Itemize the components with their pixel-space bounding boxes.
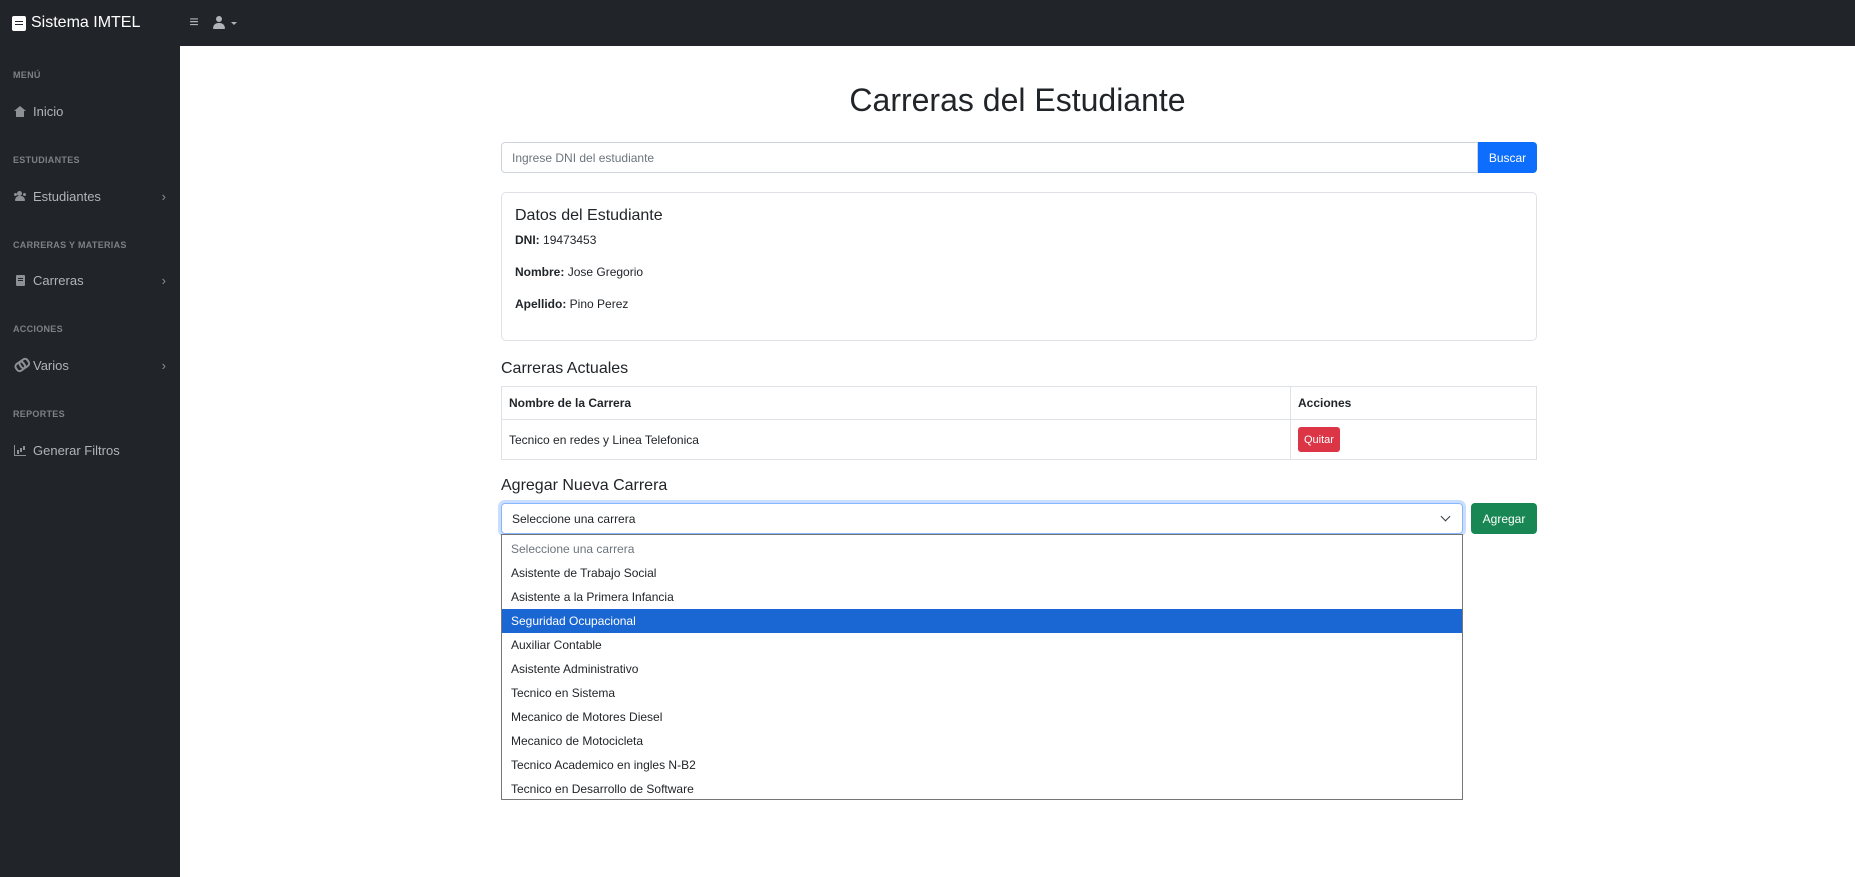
user-menu-button[interactable]	[212, 16, 237, 30]
dropdown-option[interactable]: Auxiliar Contable	[502, 633, 1462, 657]
sidebar-item-carreras[interactable]: Carreras ›	[0, 265, 180, 295]
remove-career-button[interactable]: Quitar	[1298, 427, 1340, 452]
dropdown-option[interactable]: Tecnico en Sistema	[502, 681, 1462, 705]
dni-search-input[interactable]	[501, 142, 1478, 173]
current-careers-heading: Carreras Actuales	[501, 360, 629, 377]
student-nombre: Nombre: Jose Gregorio	[515, 265, 643, 279]
add-career-button[interactable]: Agregar	[1471, 503, 1537, 534]
sidebar-item-estudiantes[interactable]: Estudiantes ›	[0, 181, 180, 211]
chevron-down-icon	[1440, 511, 1451, 522]
field-label: DNI:	[515, 233, 540, 247]
sidebar-item-inicio[interactable]: Inicio	[0, 96, 180, 126]
sidebar-heading-carreras-materias: CARRERAS Y MATERIAS	[13, 240, 127, 250]
home-icon	[14, 105, 26, 117]
column-header: Acciones	[1290, 386, 1537, 420]
dropdown-option[interactable]: Mecanico de Motocicleta	[502, 729, 1462, 753]
career-dropdown-list: Seleccione una carrera Asistente de Trab…	[501, 534, 1463, 800]
menu-toggle-icon[interactable]: ≡	[186, 14, 202, 32]
top-navbar: Sistema IMTEL ≡	[0, 0, 1855, 46]
user-icon	[212, 16, 226, 30]
actions-cell: Quitar	[1290, 419, 1537, 460]
sidebar-item-label: Estudiantes	[33, 188, 101, 204]
field-label: Nombre:	[515, 265, 565, 279]
link-icon	[12, 358, 27, 372]
sidebar-item-label: Carreras	[33, 272, 84, 288]
table-row: Tecnico en redes y Linea Telefonica Quit…	[501, 419, 1537, 460]
sidebar: MENÚ Inicio ESTUDIANTES Estudiantes › CA…	[0, 46, 180, 877]
career-name-cell: Tecnico en redes y Linea Telefonica	[501, 419, 1291, 460]
student-info-card: Datos del Estudiante DNI: 19473453 Nombr…	[501, 192, 1537, 341]
chevron-right-icon: ›	[161, 189, 166, 204]
field-value: 19473453	[543, 233, 597, 247]
sidebar-heading-estudiantes: ESTUDIANTES	[13, 155, 80, 165]
field-label: Apellido:	[515, 297, 567, 311]
sidebar-item-generar-filtros[interactable]: Generar Filtros	[0, 435, 180, 465]
sidebar-heading-acciones: ACCIONES	[13, 324, 63, 334]
current-careers-table: Nombre de la Carrera Acciones Tecnico en…	[501, 386, 1537, 460]
field-value: Jose Gregorio	[567, 265, 644, 279]
dropdown-option-highlighted[interactable]: Seguridad Ocupacional	[502, 609, 1462, 633]
column-header: Nombre de la Carrera	[501, 386, 1291, 420]
brand-title: Sistema IMTEL	[31, 14, 141, 31]
student-dni: DNI: 19473453	[515, 233, 596, 247]
dropdown-option[interactable]: Asistente Administrativo	[502, 657, 1462, 681]
sidebar-item-label: Varios	[33, 357, 69, 373]
users-icon	[13, 191, 27, 201]
book-icon	[12, 15, 26, 31]
caret-down-icon	[231, 21, 237, 25]
chevron-right-icon: ›	[161, 273, 166, 288]
select-value: Seleccione una carrera	[512, 511, 636, 526]
add-career-heading: Agregar Nueva Carrera	[501, 477, 668, 494]
student-apellido: Apellido: Pino Perez	[515, 297, 628, 311]
book-icon	[15, 274, 25, 286]
dropdown-option[interactable]: Asistente a la Primera Infancia	[502, 585, 1462, 609]
field-value: Pino Perez	[569, 297, 629, 311]
dropdown-option[interactable]: Seleccione una carrera	[502, 537, 1462, 561]
search-button[interactable]: Buscar	[1478, 142, 1537, 173]
sidebar-heading-reportes: REPORTES	[13, 409, 65, 419]
brand[interactable]: Sistema IMTEL	[0, 14, 180, 32]
dropdown-option[interactable]: Asistente de Trabajo Social	[502, 561, 1462, 585]
table-header-row: Nombre de la Carrera Acciones	[501, 386, 1537, 420]
dropdown-option[interactable]: Tecnico en Desarrollo de Software	[502, 777, 1462, 801]
page-title: Carreras del Estudiante	[849, 82, 1186, 118]
chart-icon	[14, 444, 26, 456]
chevron-right-icon: ›	[161, 358, 166, 373]
dropdown-option[interactable]: Tecnico Academico en ingles N-B2	[502, 753, 1462, 777]
dropdown-option[interactable]: Mecanico de Motores Diesel	[502, 705, 1462, 729]
sidebar-item-label: Generar Filtros	[33, 442, 120, 458]
sidebar-heading-menu: MENÚ	[13, 70, 41, 80]
sidebar-item-varios[interactable]: Varios ›	[0, 350, 180, 380]
card-title: Datos del Estudiante	[515, 207, 663, 224]
career-select[interactable]: Seleccione una carrera	[501, 503, 1463, 534]
sidebar-item-label: Inicio	[33, 103, 64, 119]
